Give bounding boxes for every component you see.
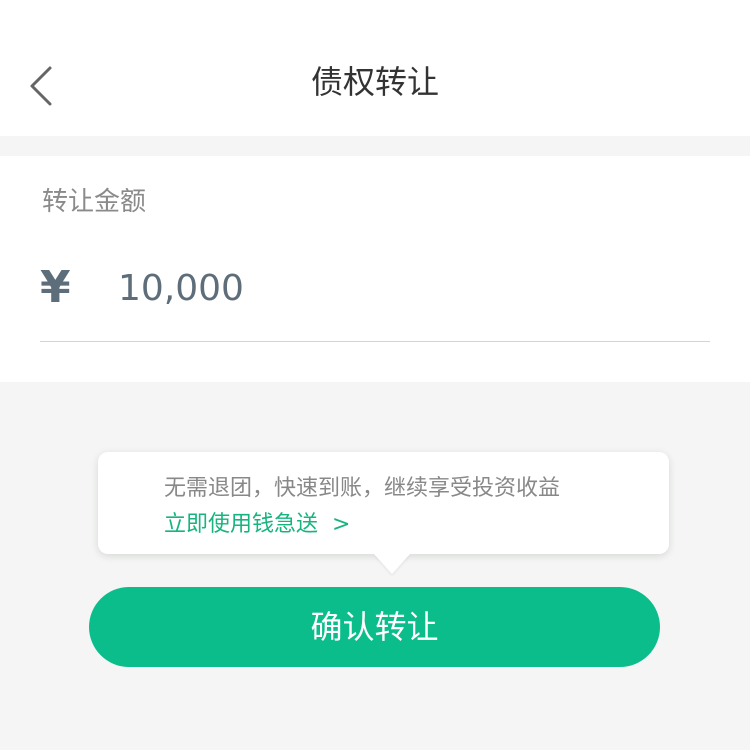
promo-link[interactable]: 立即使用钱急送 > — [164, 510, 350, 540]
page-title: 债权转让 — [310, 63, 439, 101]
amount-input[interactable] — [118, 262, 678, 316]
chevron-right-icon: > — [332, 512, 351, 537]
amount-input-row: ¥ — [40, 252, 710, 342]
promo-text: 无需退团，快速到账，继续享受投资收益 — [164, 476, 561, 501]
promo-link-label: 立即使用钱急送 — [164, 512, 319, 537]
tooltip-arrow — [374, 554, 410, 574]
transfer-amount-label: 转让金额 — [42, 187, 147, 217]
promo-tooltip: 无需退团，快速到账，继续享受投资收益 立即使用钱急送 > — [98, 452, 669, 574]
transfer-amount-card: 转让金额 ¥ — [0, 156, 750, 382]
currency-symbol: ¥ — [40, 262, 71, 313]
navigation-bar: 债权转让 — [0, 0, 750, 136]
confirm-transfer-button[interactable]: 确认转让 — [89, 587, 660, 667]
